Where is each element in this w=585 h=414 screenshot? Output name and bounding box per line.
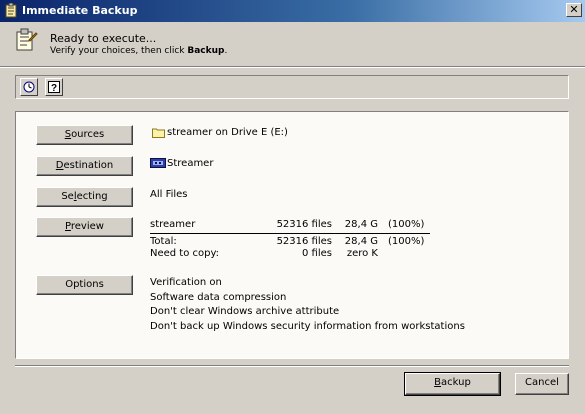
preview-total-label: Total:: [150, 236, 177, 247]
title-bar: Immediate Backup ✕: [0, 0, 585, 22]
close-button[interactable]: ✕: [566, 3, 582, 17]
preview-item-files: 52316 files: [276, 219, 332, 230]
preview-item-pct: (100%): [388, 219, 425, 230]
option-line: Don't back up Windows security informati…: [150, 321, 465, 332]
status-heading: Ready to execute...: [50, 32, 157, 45]
footer-separator: [15, 365, 569, 367]
preview-total-size: 28,4 G: [344, 236, 378, 247]
preview-divider: [150, 233, 430, 234]
header-separator: [0, 66, 585, 68]
schedule-button[interactable]: [20, 78, 38, 96]
preview-need-label: Need to copy:: [150, 248, 220, 259]
preview-item-size: 28,4 G: [344, 219, 378, 230]
destination-value: Streamer: [167, 158, 214, 169]
app-icon: [5, 3, 17, 18]
sources-value: streamer on Drive E (E:): [167, 127, 288, 138]
backup-button[interactable]: Backup: [404, 372, 501, 396]
cancel-button[interactable]: Cancel: [515, 373, 569, 395]
folder-icon: [152, 128, 165, 138]
svg-text:?: ?: [51, 83, 57, 93]
clock-icon: [23, 81, 35, 93]
preview-total-files: 52316 files: [276, 236, 332, 247]
window-title: Immediate Backup: [22, 4, 138, 17]
toolbar: ?: [15, 75, 569, 99]
destination-button[interactable]: Destination: [36, 156, 133, 176]
options-button[interactable]: Options: [36, 275, 133, 295]
preview-item-name: streamer: [150, 219, 196, 230]
wizard-header: Ready to execute... Verify your choices,…: [0, 22, 585, 66]
preview-need-files: 0 files: [302, 248, 332, 259]
preview-total-pct: (100%): [388, 236, 425, 247]
option-line: Software data compression: [150, 292, 287, 303]
status-instruction: Verify your choices, then click Backup.: [50, 46, 228, 56]
help-button[interactable]: ?: [45, 78, 63, 96]
checklist-icon: [16, 28, 38, 51]
tape-drive-icon: [150, 158, 166, 168]
selecting-button[interactable]: Selecting: [36, 187, 133, 207]
preview-button[interactable]: Preview: [36, 217, 133, 237]
selecting-value: All Files: [150, 189, 188, 200]
summary-panel: Sources streamer on Drive E (E:) Destina…: [15, 111, 569, 359]
preview-need-size: zero K: [346, 248, 378, 259]
option-line: Verification on: [150, 277, 222, 288]
help-icon: ?: [48, 81, 60, 93]
sources-button[interactable]: Sources: [36, 125, 133, 145]
close-icon: ✕: [569, 3, 579, 16]
option-line: Don't clear Windows archive attribute: [150, 306, 340, 317]
